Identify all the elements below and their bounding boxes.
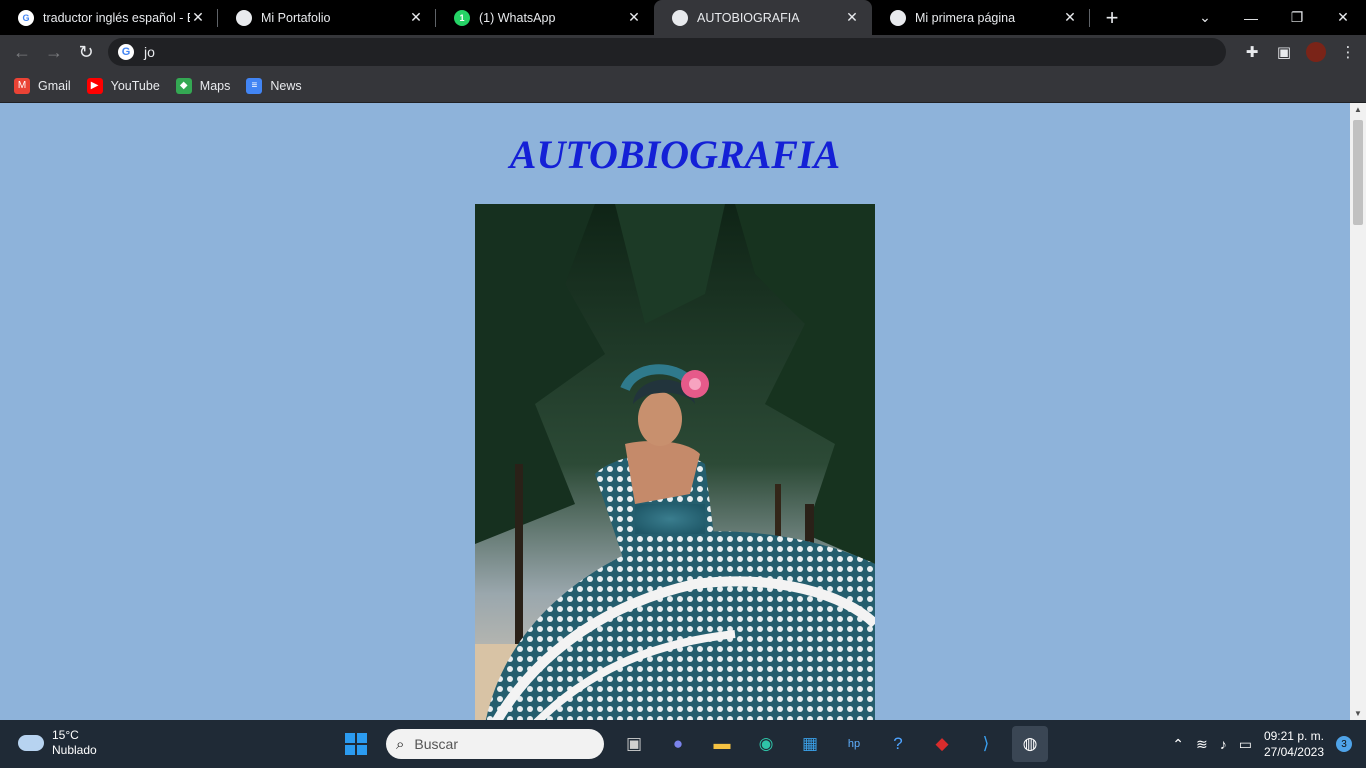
news-icon: ≡ bbox=[246, 77, 263, 94]
window-controls: ⌄ — ❐ ✕ bbox=[1182, 0, 1366, 35]
tab-strip: G traductor inglés español - Bu ✕ Mi Por… bbox=[0, 0, 1366, 35]
reload-icon[interactable]: ↻ bbox=[70, 38, 102, 66]
wifi-icon[interactable]: ≋ bbox=[1196, 736, 1208, 753]
forward-icon[interactable]: → bbox=[38, 38, 70, 66]
menu-icon[interactable]: ⋮ bbox=[1338, 42, 1358, 62]
bookmark-youtube[interactable]: ▶ YouTube bbox=[86, 77, 160, 94]
tab-title: (1) WhatsApp bbox=[479, 10, 556, 25]
volume-icon[interactable]: ♪ bbox=[1220, 736, 1227, 752]
help-icon[interactable]: ? bbox=[880, 726, 916, 762]
teams-chat-icon[interactable]: ● bbox=[660, 726, 696, 762]
microsoft-store-icon[interactable]: ▦ bbox=[792, 726, 828, 762]
scroll-down-icon[interactable]: ▼ bbox=[1350, 709, 1366, 718]
windows-taskbar: 15°C Nublado ⌕ Buscar ▣ ● ▬ ◉ ▦ hp ? ◆ ⟩… bbox=[0, 720, 1366, 768]
close-icon[interactable]: ✕ bbox=[626, 9, 642, 26]
weather-widget[interactable]: 15°C Nublado bbox=[18, 728, 97, 758]
search-placeholder: Buscar bbox=[414, 736, 458, 752]
globe-icon bbox=[890, 9, 906, 26]
tab-separator bbox=[1089, 9, 1090, 27]
vscode-icon[interactable]: ⟩ bbox=[968, 726, 1004, 762]
tab-mi-primera-pagina[interactable]: Mi primera página ✕ bbox=[872, 0, 1090, 35]
address-bar[interactable]: G jo bbox=[108, 38, 1226, 66]
tab-search-icon[interactable]: ⌄ bbox=[1182, 0, 1228, 35]
bookmark-news[interactable]: ≡ News bbox=[246, 77, 302, 94]
back-icon[interactable]: ← bbox=[6, 38, 38, 66]
page-viewport: AUTOBIOGRAFIA bbox=[0, 103, 1350, 720]
tab-autobiografia[interactable]: AUTOBIOGRAFIA ✕ bbox=[654, 0, 872, 35]
notification-badge[interactable]: 3 bbox=[1336, 736, 1352, 752]
chrome-icon[interactable]: ◍ bbox=[1012, 726, 1048, 762]
minimize-icon[interactable]: — bbox=[1228, 0, 1274, 35]
file-explorer-icon[interactable]: ▬ bbox=[704, 726, 740, 762]
bookmark-label: News bbox=[270, 78, 302, 93]
taskbar-search[interactable]: ⌕ Buscar bbox=[386, 729, 604, 759]
globe-icon bbox=[672, 9, 688, 26]
google-icon: G bbox=[18, 9, 34, 26]
tab-title: Mi primera página bbox=[915, 10, 1016, 25]
close-icon[interactable]: ✕ bbox=[408, 9, 424, 26]
profile-avatar-icon[interactable] bbox=[1306, 42, 1326, 62]
bookmark-gmail[interactable]: M Gmail bbox=[14, 77, 71, 94]
tab-title: Mi Portafolio bbox=[261, 10, 331, 25]
weather-temperature: 15°C bbox=[52, 728, 79, 742]
close-icon[interactable]: ✕ bbox=[190, 9, 206, 26]
youtube-icon: ▶ bbox=[86, 77, 103, 94]
mcafee-icon[interactable]: ◆ bbox=[924, 726, 960, 762]
whatsapp-icon: 1 bbox=[454, 9, 470, 26]
page-scrollbar[interactable]: ▲ ▼ bbox=[1350, 103, 1366, 720]
cloud-icon bbox=[18, 735, 44, 751]
scrollbar-thumb[interactable] bbox=[1353, 120, 1363, 225]
side-panel-icon[interactable]: ▣ bbox=[1274, 42, 1294, 62]
weather-description: Nublado bbox=[52, 743, 97, 757]
system-tray: ⌃ ≋ ♪ ▭ 09:21 p. m. 27/04/2023 3 bbox=[1172, 720, 1352, 768]
windows-logo-icon bbox=[345, 733, 367, 755]
toolbar-actions: ✚ ▣ ⋮ bbox=[1242, 35, 1358, 69]
close-window-icon[interactable]: ✕ bbox=[1320, 0, 1366, 35]
clock-time: 09:21 p. m. bbox=[1263, 729, 1324, 743]
bookmark-label: Maps bbox=[199, 78, 231, 93]
battery-icon[interactable]: ▭ bbox=[1239, 736, 1252, 753]
page-title: AUTOBIOGRAFIA bbox=[509, 132, 841, 177]
maps-icon: ◆ bbox=[175, 77, 192, 94]
bookmark-label: Gmail bbox=[38, 78, 71, 93]
globe-icon bbox=[236, 9, 252, 26]
taskbar-apps: ⌕ Buscar ▣ ● ▬ ◉ ▦ hp ? ◆ ⟩ ◍ bbox=[338, 726, 1048, 762]
browser-toolbar: ← → ↻ G jo ✚ ▣ ⋮ bbox=[0, 35, 1366, 69]
extensions-icon[interactable]: ✚ bbox=[1242, 42, 1262, 62]
chevron-up-icon[interactable]: ⌃ bbox=[1172, 736, 1184, 753]
new-tab-button[interactable]: + bbox=[1090, 0, 1134, 35]
tab-mi-portafolio[interactable]: Mi Portafolio ✕ bbox=[218, 0, 436, 35]
edge-icon[interactable]: ◉ bbox=[748, 726, 784, 762]
address-bar-text[interactable]: jo bbox=[144, 44, 155, 60]
dancer-photo bbox=[475, 204, 875, 720]
task-view-icon[interactable]: ▣ bbox=[616, 726, 652, 762]
google-icon: G bbox=[118, 44, 134, 60]
bookmarks-bar: M Gmail ▶ YouTube ◆ Maps ≡ News bbox=[0, 69, 1366, 102]
gmail-icon: M bbox=[14, 77, 30, 94]
bookmark-maps[interactable]: ◆ Maps bbox=[175, 77, 231, 94]
scroll-up-icon[interactable]: ▲ bbox=[1350, 105, 1366, 114]
dancer-photo-illustration bbox=[475, 204, 875, 720]
tab-whatsapp[interactable]: 1 (1) WhatsApp ✕ bbox=[436, 0, 654, 35]
clock-date: 27/04/2023 bbox=[1263, 745, 1324, 759]
start-button[interactable] bbox=[338, 726, 374, 762]
close-icon[interactable]: ✕ bbox=[1062, 9, 1078, 26]
tab-traductor[interactable]: G traductor inglés español - Bu ✕ bbox=[0, 0, 218, 35]
clock[interactable]: 09:21 p. m. 27/04/2023 bbox=[1264, 728, 1324, 760]
close-icon[interactable]: ✕ bbox=[844, 9, 860, 26]
tab-title: AUTOBIOGRAFIA bbox=[697, 10, 800, 25]
restore-icon[interactable]: ❐ bbox=[1274, 0, 1320, 35]
tab-title: traductor inglés español - Bu bbox=[43, 10, 190, 25]
myhp-icon[interactable]: hp bbox=[836, 726, 872, 762]
bookmark-label: YouTube bbox=[110, 78, 160, 93]
search-icon: ⌕ bbox=[396, 735, 405, 753]
